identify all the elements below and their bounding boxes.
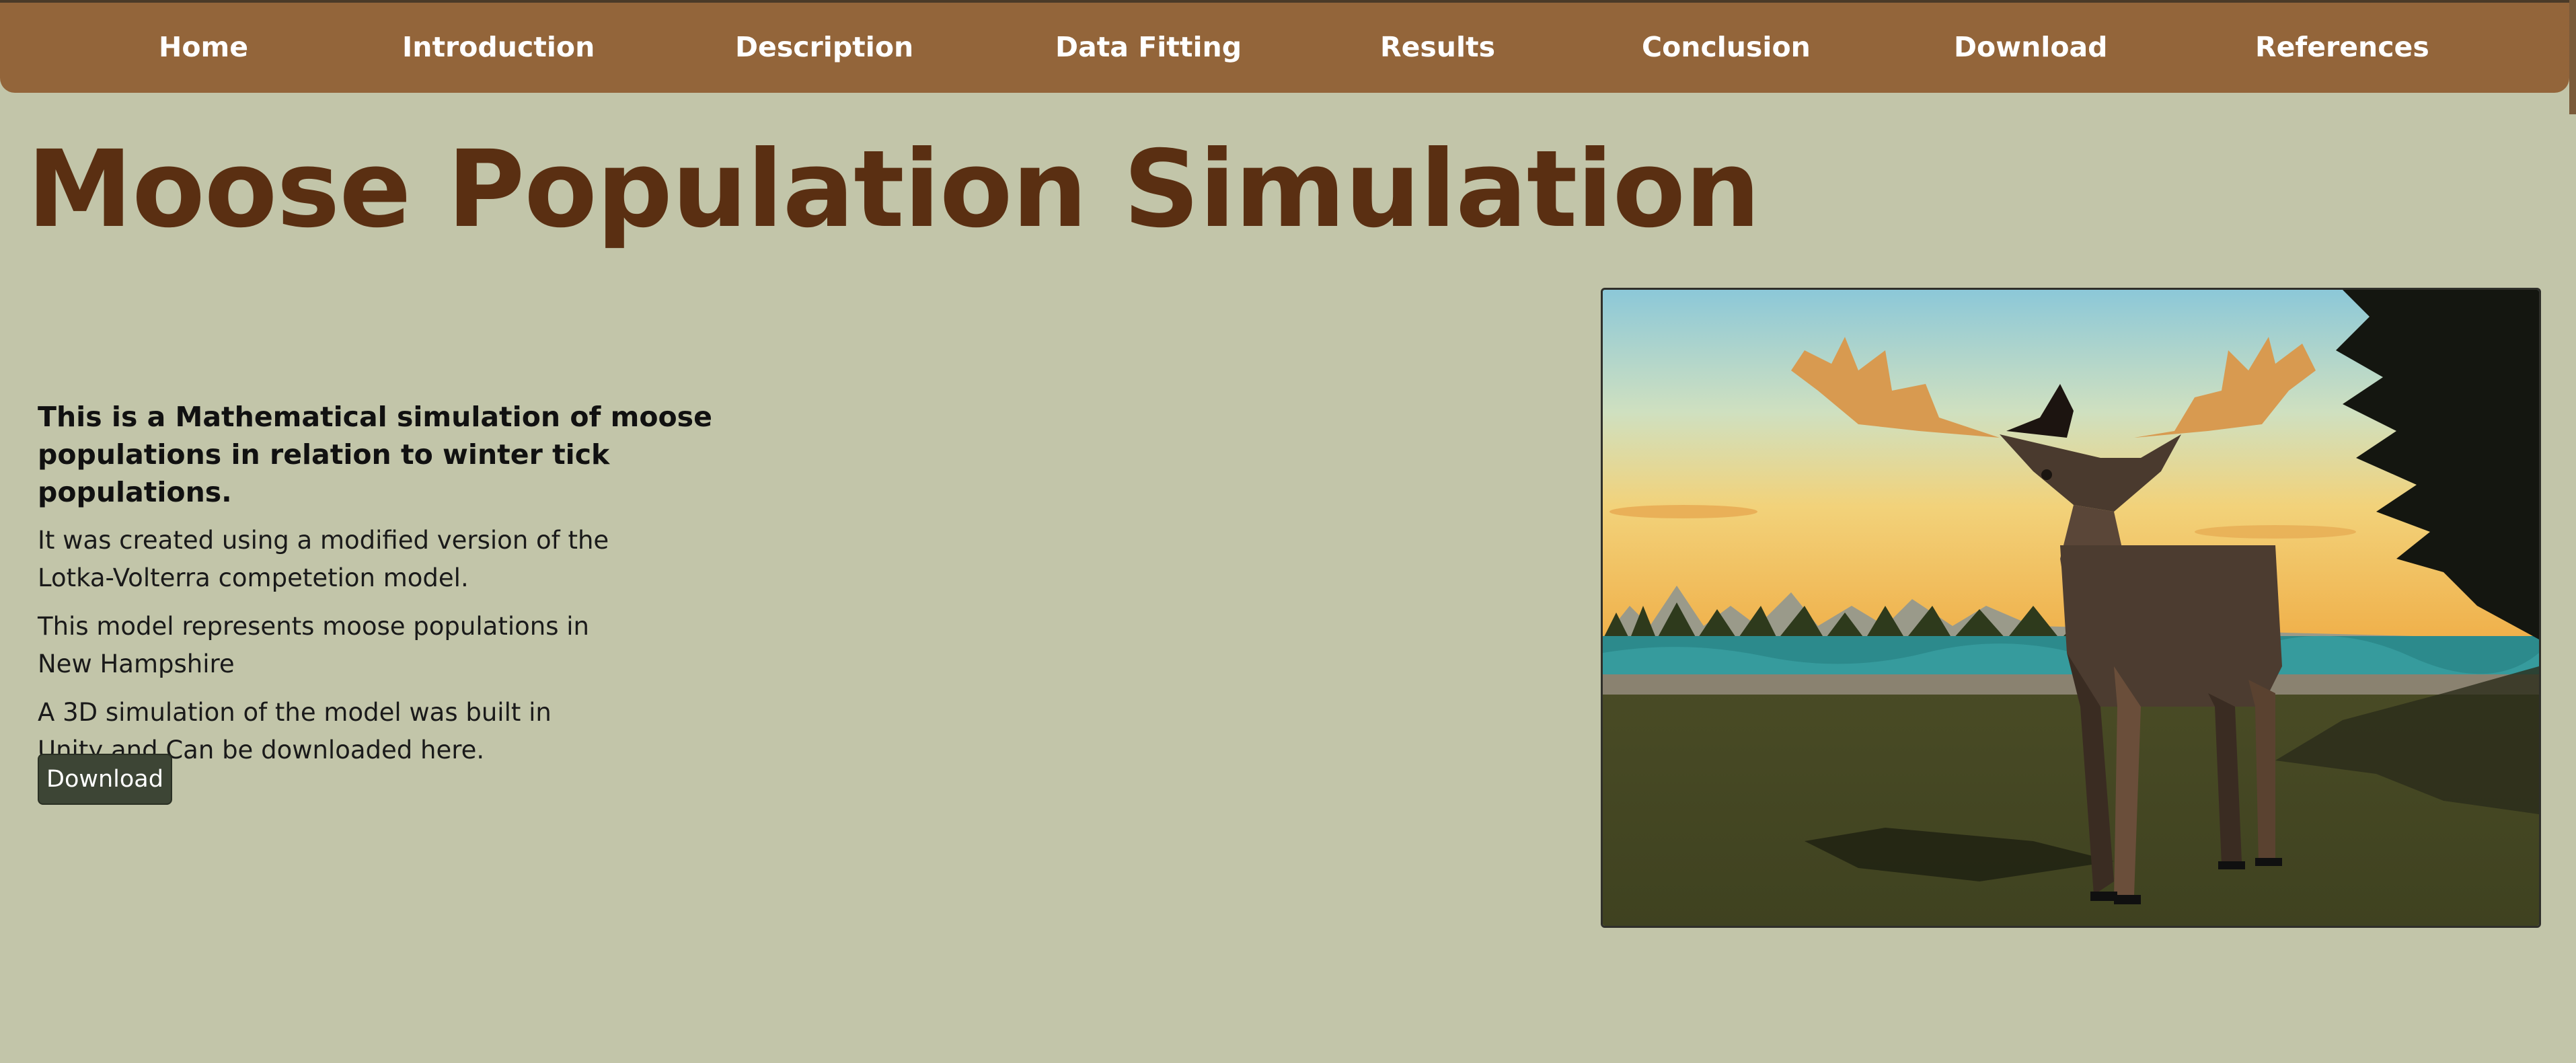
nav-description[interactable]: Description: [735, 31, 913, 63]
nav-references[interactable]: References: [2255, 31, 2429, 63]
nav-introduction[interactable]: Introduction: [402, 31, 595, 63]
top-navbar: Home Introduction Description Data Fitti…: [0, 0, 2569, 93]
page-title: Moose Population Simulation: [27, 128, 1761, 251]
moose-3d-scene-image: [1601, 288, 2541, 928]
intro-section: This is a Mathematical simulation of moo…: [38, 398, 778, 780]
intro-paragraph-model: It was created using a modified version …: [38, 526, 609, 592]
download-button[interactable]: Download: [38, 754, 172, 805]
nav-data-fitting[interactable]: Data Fitting: [1055, 31, 1242, 63]
intro-lead: This is a Mathematical simulation of moo…: [38, 401, 712, 508]
nav-results[interactable]: Results: [1380, 31, 1495, 63]
intro-paragraph-region: This model represents moose populations …: [38, 612, 589, 678]
page: Home Introduction Description Data Fitti…: [0, 0, 2576, 1063]
nav-download[interactable]: Download: [1954, 31, 2108, 63]
scrollbar-thumb[interactable]: [2569, 0, 2576, 114]
nav-home[interactable]: Home: [159, 31, 248, 63]
nav-conclusion[interactable]: Conclusion: [1642, 31, 1811, 63]
